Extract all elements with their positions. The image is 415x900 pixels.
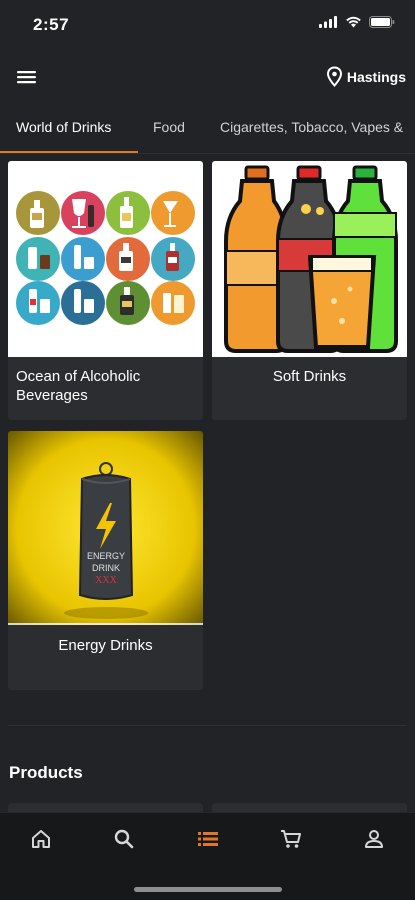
list-icon [198, 832, 218, 846]
products-section-title: Products [9, 763, 83, 782]
nav-home[interactable] [29, 827, 53, 851]
svg-text:DRINK: DRINK [92, 563, 120, 573]
alcoholic-beverages-collage [8, 161, 203, 357]
home-indicator [134, 887, 282, 892]
tab-cigarettes-tobacco-vapes[interactable]: Cigarettes, Tobacco, Vapes & [220, 119, 403, 135]
nav-categories[interactable] [196, 827, 220, 851]
active-tab-indicator [0, 151, 138, 153]
soft-drink-bottles [212, 161, 407, 357]
hamburger-menu-icon [17, 71, 36, 84]
menu-button[interactable] [16, 67, 40, 89]
home-icon [32, 830, 50, 848]
location-label: Hastings [346, 68, 406, 85]
category-label: Energy Drinks [58, 637, 153, 654]
nav-account[interactable] [362, 827, 386, 851]
user-icon [365, 830, 383, 848]
app-header: Hastings [0, 55, 415, 101]
status-icons [319, 16, 395, 28]
energy-drink-can: ENERGY DRINK XXX [8, 431, 203, 625]
search-icon [114, 829, 134, 849]
location-selector[interactable]: Hastings [326, 66, 406, 87]
status-time: 2:57 [33, 15, 70, 34]
category-label: Ocean of Alcoholic Beverages [16, 368, 141, 404]
section-divider [8, 725, 407, 726]
svg-text:XXX: XXX [95, 575, 117, 586]
signal-icon [319, 16, 337, 28]
nav-cart[interactable] [279, 827, 303, 851]
wifi-icon [346, 16, 361, 28]
category-label: Soft Drinks [272, 368, 347, 385]
svg-text:ENERGY: ENERGY [87, 551, 125, 561]
status-bar: 2:57 [0, 0, 415, 50]
category-tabs: World of Drinks Food Cigarettes, Tobacco… [0, 108, 415, 154]
category-card-alcoholic-beverages[interactable]: Ocean of Alcoholic Beverages [8, 161, 203, 420]
category-card-energy-drinks[interactable]: ENERGY DRINK XXX Energy Drinks [8, 431, 203, 690]
cart-icon [281, 830, 301, 848]
battery-icon [369, 16, 395, 28]
tab-world-of-drinks[interactable]: World of Drinks [16, 119, 111, 135]
map-pin-icon [326, 66, 342, 87]
tab-food[interactable]: Food [153, 119, 185, 135]
nav-search[interactable] [112, 827, 136, 851]
category-card-soft-drinks[interactable]: Soft Drinks [212, 161, 407, 420]
